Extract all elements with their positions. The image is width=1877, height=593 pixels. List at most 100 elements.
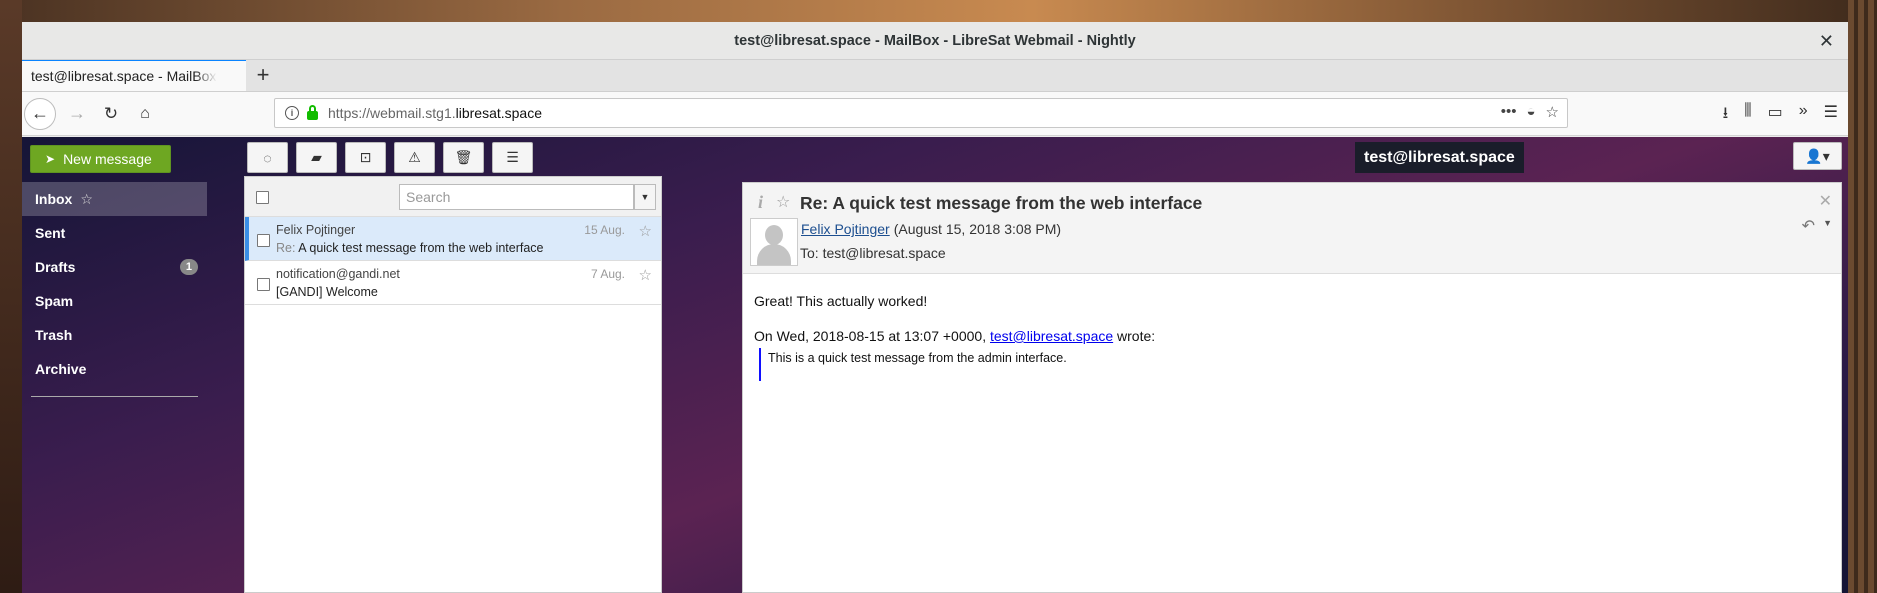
avatar-body: [757, 244, 791, 265]
avatar: [750, 218, 798, 266]
chevron-down-icon[interactable]: ▼: [1823, 218, 1832, 228]
star-icon[interactable]: ☆: [639, 222, 652, 240]
spam-icon: ⚠: [408, 149, 421, 165]
message-header: i ☆ Re: A quick test message from the we…: [743, 183, 1841, 274]
more-icon: ☰: [506, 149, 519, 165]
folder-label: Spam: [35, 293, 74, 309]
folder-label: Archive: [35, 361, 87, 377]
unread-count-badge: 1: [179, 259, 198, 275]
delete-icon: 🗑: [454, 149, 473, 165]
message-datetime: (August 15, 2018 3:08 PM): [893, 221, 1062, 237]
message-body: Great! This actually worked! On Wed, 201…: [743, 274, 1841, 399]
home-icon[interactable]: ⌂: [130, 105, 160, 123]
archive-icon: ⊡: [359, 149, 372, 165]
message-checkbox[interactable]: [257, 234, 270, 247]
url-domain: libresat.space: [455, 105, 543, 121]
reply-icon[interactable]: ↶: [1802, 216, 1815, 236]
user-menu-button[interactable]: 👤▾: [1793, 142, 1842, 170]
close-icon[interactable]: ✕: [1819, 31, 1834, 52]
download-icon[interactable]: ⭳: [1723, 102, 1729, 129]
new-message-label: New message: [63, 151, 152, 167]
folder-sent[interactable]: Sent: [22, 216, 207, 250]
delete-button[interactable]: 🗑: [443, 142, 484, 173]
quote-email-link[interactable]: test@libresat.space: [990, 328, 1113, 344]
window-title: test@libresat.space - MailBox - LibreSat…: [734, 32, 1136, 49]
paper-plane-icon: ➤: [45, 152, 56, 166]
browser-tab[interactable]: test@libresat.space - MailBox - LibreSat…: [22, 59, 246, 91]
message-subject: Re: A quick test message from the web in…: [276, 241, 544, 255]
message-list: ▼ Felix Pojtinger Re: A quick test messa…: [244, 176, 662, 593]
star-icon[interactable]: ☆: [776, 192, 790, 212]
desktop-background-top: [0, 0, 1877, 22]
back-arrow-icon[interactable]: ←: [24, 97, 56, 130]
reload-icon[interactable]: ↻: [96, 104, 126, 124]
reply-prefix: Re:: [276, 241, 296, 255]
folder-inbox[interactable]: Inbox ☆: [22, 182, 207, 216]
folder-label: Trash: [35, 327, 73, 343]
message-list-header: ▼: [245, 177, 661, 217]
message-checkbox[interactable]: [257, 278, 270, 291]
quote-suffix: wrote:: [1117, 327, 1156, 344]
new-tab-icon[interactable]: +: [246, 59, 280, 91]
sender-line: Felix Pojtinger (August 15, 2018 3:08 PM): [801, 221, 1061, 237]
sender-link[interactable]: Felix Pojtinger: [801, 221, 890, 237]
new-message-button[interactable]: ➤ New message: [30, 145, 171, 173]
quoted-text: This is a quick test message from the ad…: [759, 347, 1830, 381]
message-row[interactable]: notification@gandi.net [GANDI] Welcome 7…: [245, 261, 661, 305]
desktop-background-right: [1848, 0, 1877, 593]
search-options-chevron-down-icon[interactable]: ▼: [634, 184, 656, 210]
close-icon[interactable]: ✕: [1819, 191, 1832, 211]
message-from: Felix Pojtinger: [276, 223, 356, 237]
sidebar-icon[interactable]: ▭: [1768, 102, 1783, 129]
reading-pane: i ☆ Re: A quick test message from the we…: [742, 182, 1842, 593]
message-subject-title: Re: A quick test message from the web in…: [800, 193, 1203, 213]
site-info-icon[interactable]: i: [285, 106, 299, 120]
quote-prefix: On Wed, 2018-08-15 at 13:07 +0000,: [754, 327, 987, 344]
tab-strip: test@libresat.space - MailBox - LibreSat…: [22, 59, 1848, 92]
message-date: 15 Aug.: [584, 223, 625, 237]
account-label: test@libresat.space: [1355, 142, 1524, 173]
user-icon: 👤▾: [1805, 147, 1830, 164]
nav-bar: ← → ↻ ⌂ i https://webmail.stg1. libresat.…: [22, 92, 1848, 136]
search-input[interactable]: [399, 184, 634, 210]
folder-list: Inbox ☆ Sent Drafts 1 Spam Trash Archive: [22, 182, 207, 397]
lock-icon: [307, 104, 318, 120]
folder-drafts[interactable]: Drafts 1: [22, 250, 207, 284]
folder-archive[interactable]: Archive: [22, 352, 207, 386]
message-from: notification@gandi.net: [276, 267, 400, 281]
folder-spam[interactable]: Spam: [22, 284, 207, 318]
folder-label: Drafts: [35, 259, 76, 275]
forward-arrow-icon[interactable]: →: [62, 103, 92, 124]
browser-toolbar-right: ⭳ ⫼ ▭ » ☰: [1723, 102, 1838, 129]
message-subject: [GANDI] Welcome: [276, 285, 378, 299]
star-icon[interactable]: ☆: [80, 191, 93, 208]
refresh-button[interactable]: ◌: [247, 142, 288, 173]
folder-trash[interactable]: Trash: [22, 318, 207, 352]
tab-label: test@libresat.space - MailBox - LibreSat…: [31, 68, 217, 84]
star-icon[interactable]: ☆: [639, 266, 652, 284]
folder-divider: [31, 396, 198, 397]
overflow-icon[interactable]: »: [1799, 102, 1808, 129]
message-subject-text: A quick test message from the web interf…: [298, 241, 544, 255]
select-all-checkbox[interactable]: [256, 191, 269, 204]
message-row[interactable]: Felix Pojtinger Re: A quick test message…: [245, 217, 661, 261]
bookmark-star-icon[interactable]: ☆: [1546, 103, 1559, 121]
webmail-app: ➤ New message ◌ ▰ ⊡ ⚠ 🗑 ☰ test@libresat.…: [22, 137, 1848, 593]
page-actions-icon[interactable]: •••: [1501, 103, 1517, 121]
message-date: 7 Aug.: [590, 267, 625, 281]
pocket-icon[interactable]: ◒: [1526, 103, 1535, 121]
library-icon[interactable]: ⫼: [1744, 102, 1751, 129]
more-button[interactable]: ☰: [492, 142, 533, 173]
move-folder-icon: ▰: [311, 149, 322, 165]
desktop-background-left: [0, 0, 22, 593]
move-button[interactable]: ▰: [296, 142, 337, 173]
archive-button[interactable]: ⊡: [345, 142, 386, 173]
recipient-line: To: test@libresat.space: [800, 245, 946, 261]
spam-button[interactable]: ⚠: [394, 142, 435, 173]
info-icon[interactable]: i: [758, 192, 763, 213]
folder-label: Inbox: [35, 191, 73, 207]
avatar-head: [765, 225, 783, 245]
address-bar[interactable]: i https://webmail.stg1. libresat.space ••…: [274, 98, 1568, 128]
message-toolbar: ◌ ▰ ⊡ ⚠ 🗑 ☰: [247, 142, 533, 173]
hamburger-menu-icon[interactable]: ☰: [1824, 102, 1838, 129]
